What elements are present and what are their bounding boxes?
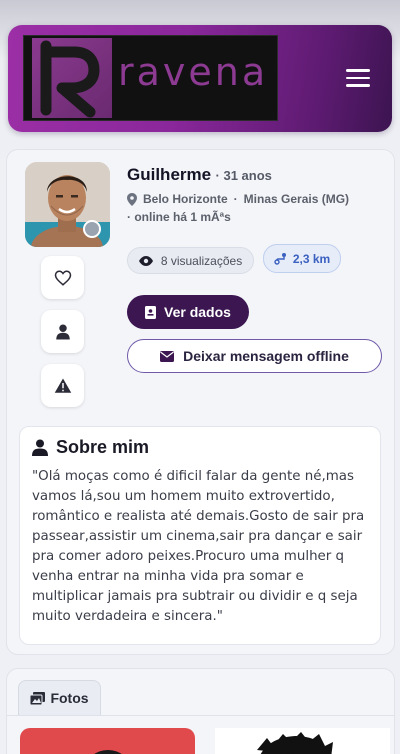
location-separator: ·	[233, 192, 238, 206]
location-row: Belo Horizonte · Minas Gerais (MG)	[127, 192, 349, 206]
views-count: 8 visualizações	[160, 253, 243, 268]
user-icon	[55, 324, 70, 339]
distance-value: 2,3 km	[292, 251, 331, 266]
profile-button[interactable]	[41, 310, 84, 353]
photo-thumbnail[interactable]	[215, 728, 390, 754]
report-button[interactable]	[41, 364, 84, 407]
about-section: Sobre mim "Olá moças como é dificil fala…	[19, 426, 381, 645]
views-badge: 8 visualizações	[127, 247, 254, 274]
offline-message-label: Deixar mensagem offline	[183, 348, 349, 364]
heart-icon	[54, 269, 71, 286]
logo-text: ravena	[118, 50, 269, 94]
envelope-icon	[160, 350, 175, 362]
favorite-button[interactable]	[41, 256, 84, 299]
distance-badge[interactable]: 2,3 km	[263, 244, 341, 273]
photos-tab-label: Fotos	[50, 690, 89, 706]
hamburger-menu-icon[interactable]	[346, 69, 370, 89]
name-row: Guilherme · 31 anos	[127, 165, 272, 185]
eye-icon	[138, 255, 153, 266]
tab-photos[interactable]: Fotos	[18, 680, 101, 715]
map-pin-icon	[127, 192, 137, 206]
profile-age: · 31 anos	[215, 168, 272, 183]
photos-section: Fotos	[6, 668, 395, 754]
view-data-button[interactable]: Ver dados	[127, 295, 249, 329]
about-text: "Olá moças como é dificil falar da gente…	[32, 469, 365, 624]
images-icon	[30, 691, 46, 705]
profile-city: Belo Horizonte	[143, 192, 228, 206]
photo-thumbnail[interactable]	[20, 728, 195, 754]
warning-icon	[54, 378, 71, 393]
profile-state: Minas Gerais (MG)	[243, 192, 350, 206]
app-header: ravena	[8, 25, 392, 132]
online-status-dot	[83, 220, 101, 238]
ravena-logo[interactable]: ravena	[23, 35, 278, 121]
logo-r-icon	[32, 38, 112, 118]
profile-card: Guilherme · 31 anos Belo Horizonte · Min…	[6, 149, 395, 655]
id-card-icon	[145, 305, 157, 319]
online-status-text: · online há 1 mÃªs	[127, 210, 231, 224]
user-icon	[32, 439, 48, 456]
route-icon	[274, 253, 286, 265]
about-heading: Sobre mim	[32, 437, 149, 458]
view-data-label: Ver dados	[164, 304, 231, 320]
profile-name: Guilherme	[127, 165, 212, 184]
offline-message-button[interactable]: Deixar mensagem offline	[127, 339, 382, 373]
tab-divider	[7, 715, 394, 716]
about-title: Sobre mim	[56, 437, 150, 457]
